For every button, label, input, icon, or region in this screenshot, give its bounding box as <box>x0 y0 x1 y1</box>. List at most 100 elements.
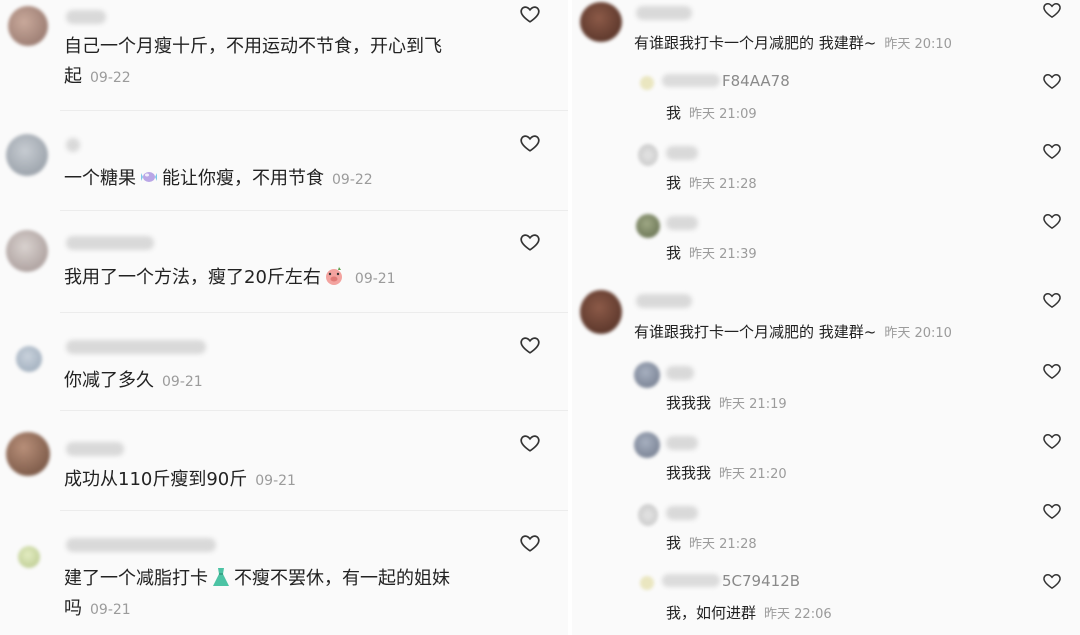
user-avatar[interactable] <box>638 144 658 166</box>
comment-item: 有谁跟我打卡一个月减肥的 我建群~ 昨天 20:10 <box>572 0 1080 60</box>
comment-text: 有谁跟我打卡一个月减肥的 我建群~ 昨天 20:10 <box>634 323 952 341</box>
reply-time: 昨天 21:09 <box>689 107 757 122</box>
like-heart-icon[interactable] <box>1042 211 1062 231</box>
comment-text: 建了一个减脂打卡 不瘦不罢休，有一起的姐妹 <box>64 568 450 589</box>
like-heart-icon[interactable] <box>1042 0 1062 20</box>
user-avatar[interactable] <box>638 504 658 526</box>
reply-time: 昨天 22:06 <box>764 607 832 622</box>
comment-date: 09-21 <box>354 271 396 287</box>
comment-text: 你减了多久 09-21 <box>64 370 203 391</box>
user-avatar[interactable] <box>640 76 654 90</box>
reply-text: 我昨天 21:28 <box>666 534 757 552</box>
comment-text-line2: 起 09-22 <box>64 66 131 87</box>
like-heart-icon[interactable] <box>1042 141 1062 161</box>
user-avatar[interactable] <box>580 290 622 334</box>
comment-item: 成功从110斤瘦到90斤 09-21 <box>0 412 568 512</box>
user-avatar[interactable] <box>6 134 48 176</box>
username-blurred[interactable] <box>666 506 698 520</box>
user-avatar[interactable] <box>6 432 50 476</box>
user-avatar[interactable] <box>8 6 48 46</box>
candy-emoji <box>141 172 157 182</box>
like-heart-icon[interactable] <box>1042 71 1062 91</box>
divider <box>60 510 568 511</box>
divider <box>60 312 568 313</box>
reply-item: 我我我 昨天 21:19 <box>572 356 1080 426</box>
comment-text: 我用了一个方法，瘦了20斤左右 09-21 <box>64 267 396 288</box>
username-blurred[interactable] <box>666 146 698 160</box>
reply-item: 我昨天 21:28 <box>572 136 1080 206</box>
like-heart-icon[interactable] <box>519 231 541 253</box>
reply-time: 昨天 21:28 <box>689 537 757 552</box>
reply-text: 我，如何进群 昨天 22:06 <box>666 604 832 622</box>
like-heart-icon[interactable] <box>519 432 541 454</box>
divider <box>60 410 568 411</box>
comment-item: 你减了多久 09-21 <box>0 314 568 412</box>
comment-date: 09-21 <box>162 374 203 390</box>
username-blurred[interactable] <box>66 442 124 456</box>
comment-time: 昨天 20:10 <box>884 326 952 341</box>
comment-date: 09-21 <box>90 602 131 618</box>
comment-text-line2: 吗 09-21 <box>64 598 131 619</box>
like-heart-icon[interactable] <box>519 132 541 154</box>
like-heart-icon[interactable] <box>1042 571 1062 591</box>
user-avatar[interactable] <box>640 576 654 590</box>
reply-item: F84AA78 我昨天 21:09 <box>572 66 1080 136</box>
like-heart-icon[interactable] <box>1042 290 1062 310</box>
username-blurred[interactable] <box>666 366 694 380</box>
username-blurred[interactable] <box>636 294 692 308</box>
reply-text: 我昨天 21:09 <box>666 104 757 122</box>
reply-item: 5C79412B 我，如何进群 昨天 22:06 <box>572 566 1080 635</box>
like-heart-icon[interactable] <box>1042 431 1062 451</box>
comment-item: 有谁跟我打卡一个月减肥的 我建群~ 昨天 20:10 <box>572 288 1080 350</box>
username-blurred[interactable] <box>66 10 106 24</box>
reply-text: 我昨天 21:39 <box>666 244 757 262</box>
reply-username[interactable]: 5C79412B <box>662 572 800 590</box>
reply-username[interactable]: F84AA78 <box>662 72 790 90</box>
comment-text: 一个糖果 能让你瘦，不用节食 09-22 <box>64 168 373 189</box>
reply-item: 我昨天 21:28 <box>572 496 1080 566</box>
reply-time: 昨天 21:39 <box>689 247 757 262</box>
comment-date: 09-22 <box>332 172 373 188</box>
username-blurred[interactable] <box>666 216 698 230</box>
user-avatar[interactable] <box>18 546 40 568</box>
user-avatar[interactable] <box>6 230 48 272</box>
reply-time: 昨天 21:28 <box>689 177 757 192</box>
like-heart-icon[interactable] <box>519 334 541 356</box>
divider <box>60 210 568 211</box>
comment-text: 成功从110斤瘦到90斤 09-21 <box>64 469 296 490</box>
username-blurred[interactable] <box>66 138 80 152</box>
like-heart-icon[interactable] <box>1042 361 1062 381</box>
username-blurred[interactable] <box>66 340 206 354</box>
username-blurred[interactable] <box>666 436 698 450</box>
username-blurred[interactable] <box>66 538 216 552</box>
like-heart-icon[interactable] <box>1042 501 1062 521</box>
reply-text: 我我我 昨天 21:20 <box>666 464 787 482</box>
reply-text: 我我我 昨天 21:19 <box>666 394 787 412</box>
right-comment-list: 有谁跟我打卡一个月减肥的 我建群~ 昨天 20:10 F84AA78 我昨天 21… <box>572 0 1080 635</box>
comment-item: 自己一个月瘦十斤，不用运动不节食，开心到飞 起 09-22 <box>0 0 568 112</box>
pig-face-emoji <box>325 267 342 285</box>
user-avatar[interactable] <box>16 346 42 372</box>
comment-text: 自己一个月瘦十斤，不用运动不节食，开心到飞 <box>64 36 442 57</box>
like-heart-icon[interactable] <box>519 3 541 25</box>
reply-item: 我昨天 21:39 <box>572 206 1080 282</box>
comment-text: 有谁跟我打卡一个月减肥的 我建群~ 昨天 20:10 <box>634 34 952 52</box>
reply-text: 我昨天 21:28 <box>666 174 757 192</box>
username-blurred[interactable] <box>636 6 692 20</box>
left-comment-list: 自己一个月瘦十斤，不用运动不节食，开心到飞 起 09-22 一个糖果 能让你瘦，不用… <box>0 0 568 635</box>
comment-item: 我用了一个方法，瘦了20斤左右 09-21 <box>0 212 568 314</box>
comment-time: 昨天 20:10 <box>884 37 952 52</box>
comment-item: 一个糖果 能让你瘦，不用节食 09-22 <box>0 112 568 212</box>
user-avatar[interactable] <box>636 214 660 238</box>
username-blurred[interactable] <box>66 236 154 250</box>
reply-item: 我我我 昨天 21:20 <box>572 426 1080 496</box>
reply-time: 昨天 21:19 <box>719 397 787 412</box>
comment-date: 09-22 <box>90 70 131 86</box>
dress-emoji <box>213 568 229 586</box>
user-avatar[interactable] <box>580 2 622 42</box>
reply-time: 昨天 21:20 <box>719 467 787 482</box>
like-heart-icon[interactable] <box>519 532 541 554</box>
divider <box>60 110 568 111</box>
user-avatar[interactable] <box>634 432 660 458</box>
user-avatar[interactable] <box>634 362 660 388</box>
